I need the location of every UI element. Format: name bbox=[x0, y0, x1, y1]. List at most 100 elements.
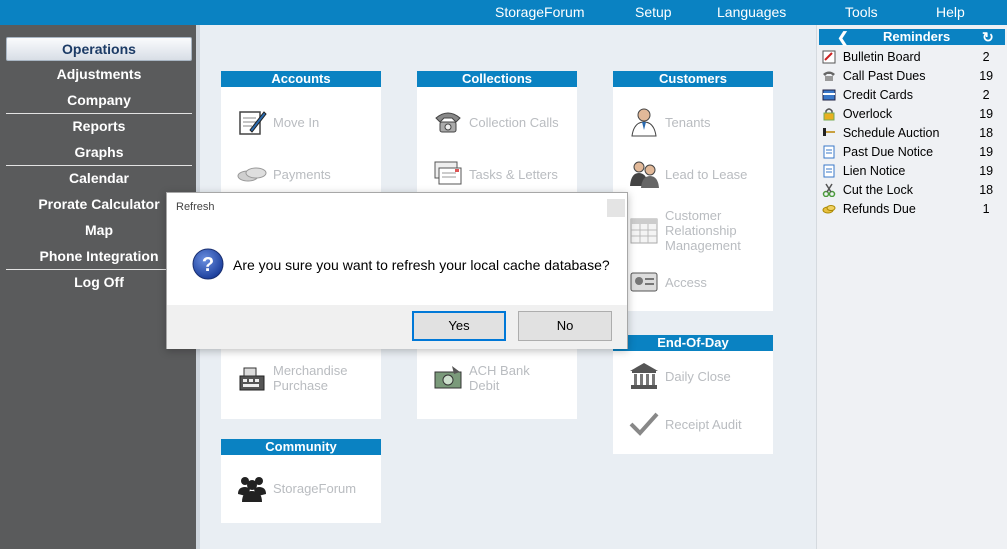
chevron-left-icon[interactable]: ❮ bbox=[837, 29, 849, 45]
reminder-label: Lien Notice bbox=[842, 163, 906, 178]
credit-card-icon bbox=[821, 87, 837, 103]
reminder-row[interactable]: Credit Cards 2 bbox=[821, 85, 1001, 104]
reminder-count: 19 bbox=[979, 144, 994, 159]
reminder-row[interactable]: Cut the Lock 18 bbox=[821, 180, 1001, 199]
telephone-icon bbox=[821, 68, 837, 84]
collections-panel-title: Collections bbox=[417, 71, 577, 87]
ach-bank-debit-item[interactable]: ACH Bank Debit bbox=[431, 360, 539, 396]
sidebar-item-reports[interactable]: Reports bbox=[6, 114, 192, 138]
access-item[interactable]: Access bbox=[627, 264, 707, 300]
sidebar-item-map[interactable]: Map bbox=[6, 218, 192, 242]
receipt-audit-item[interactable]: Receipt Audit bbox=[627, 406, 742, 442]
reminder-count: 2 bbox=[982, 87, 990, 102]
reminders-header: ❮ Reminders ↻ bbox=[819, 29, 1005, 45]
collection-calls-item[interactable]: Collection Calls bbox=[431, 104, 559, 140]
sidebar-item-company[interactable]: Company bbox=[6, 88, 192, 112]
reminder-row[interactable]: Schedule Auction 18 bbox=[821, 123, 1001, 142]
community-group-icon bbox=[235, 472, 269, 504]
customers-panel-title: Customers bbox=[613, 71, 773, 87]
payments-item[interactable]: Payments bbox=[235, 156, 331, 192]
sidebar-item-phone-integration[interactable]: Phone Integration bbox=[6, 244, 192, 268]
reminder-row[interactable]: Overlock 19 bbox=[821, 104, 1001, 123]
padlock-icon bbox=[821, 106, 837, 122]
access-label: Access bbox=[665, 274, 707, 290]
collection-calls-label: Collection Calls bbox=[469, 114, 559, 130]
storageforum-item[interactable]: StorageForum bbox=[235, 470, 356, 506]
menu-help[interactable]: Help bbox=[936, 4, 965, 20]
reminder-count: 2 bbox=[982, 49, 990, 64]
refresh-dialog: Refresh ? Are you sure you want to refre… bbox=[166, 192, 628, 349]
sidebar-item-calendar[interactable]: Calendar bbox=[6, 166, 192, 190]
daily-close-label: Daily Close bbox=[665, 368, 731, 384]
sidebar-item-graphs[interactable]: Graphs bbox=[6, 140, 192, 164]
bulletin-board-icon bbox=[821, 49, 837, 65]
community-panel: Community StorageForum bbox=[221, 439, 381, 523]
no-button[interactable]: No bbox=[518, 311, 612, 341]
community-panel-title: Community bbox=[221, 439, 381, 455]
collections-panel: Collections Collection Calls Tasks & Let… bbox=[417, 71, 577, 193]
reminder-row[interactable]: Call Past Dues 19 bbox=[821, 66, 1001, 85]
ach-bank-debit-label: ACH Bank Debit bbox=[469, 363, 530, 393]
reminder-count: 18 bbox=[979, 182, 994, 197]
reminder-label: Overlock bbox=[842, 106, 893, 121]
reminder-count: 18 bbox=[979, 125, 994, 140]
dialog-footer: Yes No bbox=[167, 305, 627, 349]
lead-to-lease-item[interactable]: Lead to Lease bbox=[627, 156, 747, 192]
sidebar-item-operations[interactable]: Operations bbox=[6, 37, 192, 61]
menu-setup[interactable]: Setup bbox=[635, 4, 672, 20]
coins-icon bbox=[235, 158, 269, 190]
yes-button[interactable]: Yes bbox=[412, 311, 506, 341]
storageforum-label: StorageForum bbox=[273, 480, 357, 496]
people-icon bbox=[627, 158, 661, 190]
reminder-row[interactable]: Refunds Due 1 bbox=[821, 199, 1001, 218]
crm-label: Customer Relationship Management bbox=[665, 207, 741, 253]
daily-close-item[interactable]: Daily Close bbox=[627, 358, 731, 394]
dialog-close-button[interactable] bbox=[607, 199, 625, 217]
merchandise-purchase-item[interactable]: Merchandise Purchase bbox=[235, 360, 381, 396]
sidebar-item-log-off[interactable]: Log Off bbox=[6, 270, 192, 294]
end-of-day-panel-title: End-Of-Day bbox=[613, 335, 773, 351]
bolt-cutter-icon bbox=[821, 182, 837, 198]
crm-item[interactable]: Customer Relationship Management bbox=[627, 207, 755, 253]
refresh-icon[interactable]: ↻ bbox=[982, 29, 994, 45]
checkmark-icon bbox=[627, 408, 661, 440]
dialog-message: Are you sure you want to refresh your lo… bbox=[233, 257, 610, 273]
reminder-count: 19 bbox=[979, 163, 994, 178]
notice-document-icon bbox=[821, 144, 837, 160]
bank-debit-icon bbox=[431, 362, 465, 394]
gavel-icon bbox=[821, 125, 837, 141]
receipt-audit-label: Receipt Audit bbox=[665, 416, 742, 432]
tenants-item[interactable]: Tenants bbox=[627, 104, 711, 140]
sidebar-item-adjustments[interactable]: Adjustments bbox=[6, 62, 192, 86]
notice-document-icon bbox=[821, 163, 837, 179]
sidebar-item-prorate-calculator[interactable]: Prorate Calculator bbox=[6, 192, 192, 216]
reminder-count: 19 bbox=[979, 106, 994, 121]
reminder-row[interactable]: Bulletin Board 2 bbox=[821, 47, 1001, 66]
payments-label: Payments bbox=[273, 166, 331, 182]
menu-tools[interactable]: Tools bbox=[845, 4, 878, 20]
tasks-letters-item[interactable]: Tasks & Letters bbox=[431, 156, 558, 192]
reminder-row[interactable]: Past Due Notice 19 bbox=[821, 142, 1001, 161]
reminder-label: Credit Cards bbox=[842, 87, 913, 102]
dialog-title: Refresh bbox=[176, 201, 215, 213]
collections-panel-lower: ACH Bank Debit bbox=[417, 343, 577, 419]
customers-panel: Customers Tenants Lead to Lease Customer… bbox=[613, 71, 773, 311]
reminder-count: 1 bbox=[982, 201, 990, 216]
reminder-label: Cut the Lock bbox=[842, 182, 913, 197]
menu-storageforum[interactable]: StorageForum bbox=[495, 4, 584, 20]
bank-building-icon bbox=[627, 360, 661, 392]
cash-register-icon bbox=[235, 362, 269, 394]
coins-icon bbox=[821, 201, 837, 217]
question-icon: ? bbox=[192, 248, 224, 280]
reminder-label: Refunds Due bbox=[842, 201, 916, 216]
move-in-item[interactable]: Move In bbox=[235, 104, 319, 140]
reminder-row[interactable]: Lien Notice 19 bbox=[821, 161, 1001, 180]
reminder-label: Call Past Dues bbox=[842, 68, 926, 83]
merchandise-purchase-label: Merchandise Purchase bbox=[273, 363, 348, 393]
tenants-label: Tenants bbox=[665, 114, 711, 130]
calendar-grid-icon bbox=[627, 214, 661, 246]
svg-text:?: ? bbox=[202, 254, 214, 276]
tenant-person-icon bbox=[627, 106, 661, 138]
menu-languages[interactable]: Languages bbox=[717, 4, 786, 20]
telephone-icon bbox=[431, 106, 465, 138]
